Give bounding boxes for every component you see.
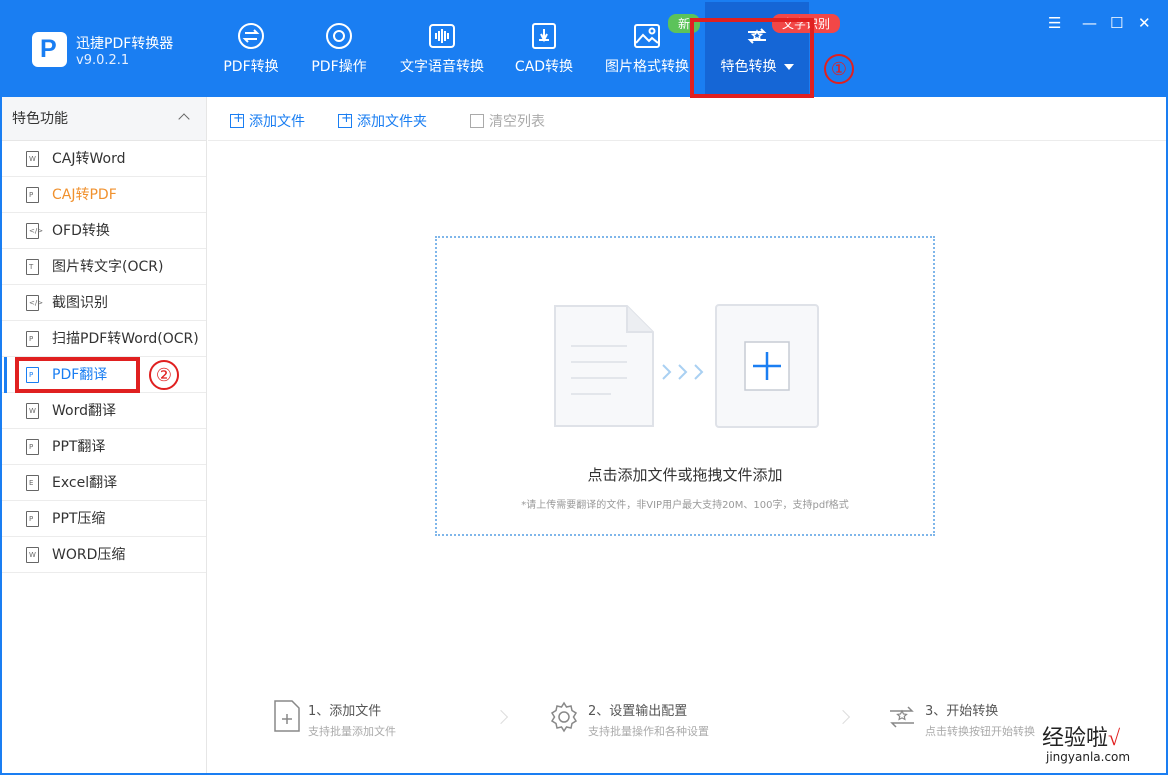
pdf-operate-icon <box>326 23 352 49</box>
step-add-file: 1、添加文件 支持批量添加文件 <box>308 704 396 738</box>
sidebar-header-label: 特色功能 <box>12 111 68 127</box>
file-icon: W <box>26 151 39 167</box>
file-icon: P <box>26 439 39 455</box>
file-icon: P <box>26 187 39 203</box>
sidebar-item-label: Excel翻译 <box>52 475 118 491</box>
cad-icon <box>532 23 556 49</box>
add-file-icon <box>230 111 244 128</box>
sidebar-item-screenshot[interactable]: </> 截图识别 <box>2 285 206 321</box>
file-icon: </> <box>26 295 43 311</box>
app-logo: P <box>32 32 67 67</box>
sidebar-item-ppt-compress[interactable]: P PPT压缩 <box>2 501 206 537</box>
gear-icon <box>550 701 578 733</box>
highlight-box-1 <box>690 18 814 98</box>
add-file-plus-icon[interactable] <box>715 304 819 428</box>
nav-label: 文字语音转换 <box>400 59 484 75</box>
menu-icon[interactable]: ☰ <box>1048 14 1061 32</box>
sidebar-item-label: OFD转换 <box>52 223 110 239</box>
app-version: v9.0.2.1 <box>76 53 130 68</box>
file-icon: W <box>26 547 39 563</box>
arrows-icon <box>662 364 704 380</box>
sidebar-item-scan-pdf-word[interactable]: P 扫描PDF转Word(OCR) <box>2 321 206 357</box>
trash-icon <box>470 114 484 128</box>
annotation-number-2: ② <box>149 360 179 390</box>
nav-label: PDF转换 <box>223 59 279 75</box>
sidebar-item-excel-translate[interactable]: E Excel翻译 <box>2 465 206 501</box>
sidebar-item-label: 截图识别 <box>52 295 108 311</box>
sidebar-item-ofd[interactable]: </> OFD转换 <box>2 213 206 249</box>
file-icon: W <box>26 403 39 419</box>
sidebar-item-caj-pdf[interactable]: P CAJ转PDF <box>2 177 206 213</box>
convert-step-icon <box>890 706 914 728</box>
add-file-label: 添加文件 <box>249 114 305 130</box>
chevron-up-icon[interactable] <box>178 113 190 125</box>
highlight-box-2 <box>15 357 140 393</box>
pdf-convert-icon <box>238 23 264 49</box>
add-file-button[interactable]: 添加文件 <box>230 111 305 131</box>
text-icon: T <box>26 259 39 275</box>
chevron-right-icon <box>835 709 851 725</box>
file-icon: E <box>26 475 39 491</box>
nav-text-speech[interactable]: 文字语音转换 <box>397 22 487 84</box>
file-icon: P <box>26 331 39 347</box>
nav-pdf-convert[interactable]: PDF转换 <box>220 22 282 84</box>
sidebar-item-label: PPT翻译 <box>52 439 106 455</box>
nav-label: PDF操作 <box>311 59 367 75</box>
add-folder-icon <box>338 111 352 128</box>
sidebar-item-ppt-translate[interactable]: P PPT翻译 <box>2 429 206 465</box>
toolbar: 添加文件 添加文件夹 清空列表 <box>208 97 1166 141</box>
top-bar: P 迅捷PDF转换器 v9.0.2.1 PDF转换 PDF操作 文字语音转换 C… <box>2 2 1166 98</box>
step-start-convert: 3、开始转换 点击转换按钮开始转换 <box>925 704 1035 738</box>
file-drop-zone[interactable]: 点击添加文件或拖拽文件添加 *请上传需要翻译的文件，非VIP用户最大支持20M、… <box>435 236 935 536</box>
sidebar-item-label: 扫描PDF转Word(OCR) <box>52 331 199 347</box>
add-folder-button[interactable]: 添加文件夹 <box>338 111 427 131</box>
annotation-number-1: ① <box>824 54 854 84</box>
text-speech-icon <box>429 24 455 48</box>
sidebar-item-word-compress[interactable]: W WORD压缩 <box>2 537 206 573</box>
drop-zone-title: 点击添加文件或拖拽文件添加 <box>587 466 783 484</box>
nav-label: CAD转换 <box>514 59 574 75</box>
chevron-right-icon <box>493 709 509 725</box>
file-icon: P <box>26 511 39 527</box>
add-file-step-icon <box>274 700 300 732</box>
nav-cad[interactable]: CAD转换 <box>512 22 576 84</box>
minimize-icon[interactable]: — <box>1082 14 1097 32</box>
app-window: P 迅捷PDF转换器 v9.0.2.1 PDF转换 PDF操作 文字语音转换 C… <box>0 0 1168 775</box>
clear-list-label: 清空列表 <box>489 114 545 130</box>
app-name: 迅捷PDF转换器 <box>76 36 174 52</box>
watermark-url: jingyanla.com <box>1046 750 1131 764</box>
sidebar-item-word-translate[interactable]: W Word翻译 <box>2 393 206 429</box>
document-icon <box>554 305 654 427</box>
maximize-icon[interactable]: ☐ <box>1110 14 1123 32</box>
step-output-settings: 2、设置输出配置 支持批量操作和各种设置 <box>588 704 709 738</box>
sidebar-item-label: CAJ转PDF <box>52 187 117 203</box>
sidebar-item-label: CAJ转Word <box>52 151 126 167</box>
logo-letter: P <box>40 35 57 63</box>
clear-list-button[interactable]: 清空列表 <box>470 111 545 131</box>
image-format-icon <box>634 24 660 48</box>
sidebar-item-caj-word[interactable]: W CAJ转Word <box>2 141 206 177</box>
file-icon: </> <box>26 223 43 239</box>
sidebar-item-label: WORD压缩 <box>52 547 126 563</box>
sidebar-header[interactable]: 特色功能 <box>2 97 206 141</box>
add-folder-label: 添加文件夹 <box>357 114 427 130</box>
watermark-logo: 经验啦√ <box>1042 725 1121 750</box>
drop-zone-hint: *请上传需要翻译的文件，非VIP用户最大支持20M、100字，支持pdf格式 <box>521 500 849 511</box>
nav-label: 图片格式转换 <box>605 59 689 75</box>
sidebar-item-label: PPT压缩 <box>52 511 106 527</box>
sidebar-item-ocr[interactable]: T 图片转文字(OCR) <box>2 249 206 285</box>
sidebar-item-label: 图片转文字(OCR) <box>52 259 164 275</box>
nav-pdf-operate[interactable]: PDF操作 <box>308 22 370 84</box>
sidebar: 特色功能 W CAJ转Word P CAJ转PDF </> OFD转换 T 图片转文字(… <box>2 97 207 773</box>
steps-bar: 1、添加文件 支持批量添加文件 2、设置输出配置 支持批量操作和各种设置 3、开… <box>208 692 1166 752</box>
close-icon[interactable]: ✕ <box>1138 14 1151 32</box>
sidebar-item-label: Word翻译 <box>52 403 116 419</box>
